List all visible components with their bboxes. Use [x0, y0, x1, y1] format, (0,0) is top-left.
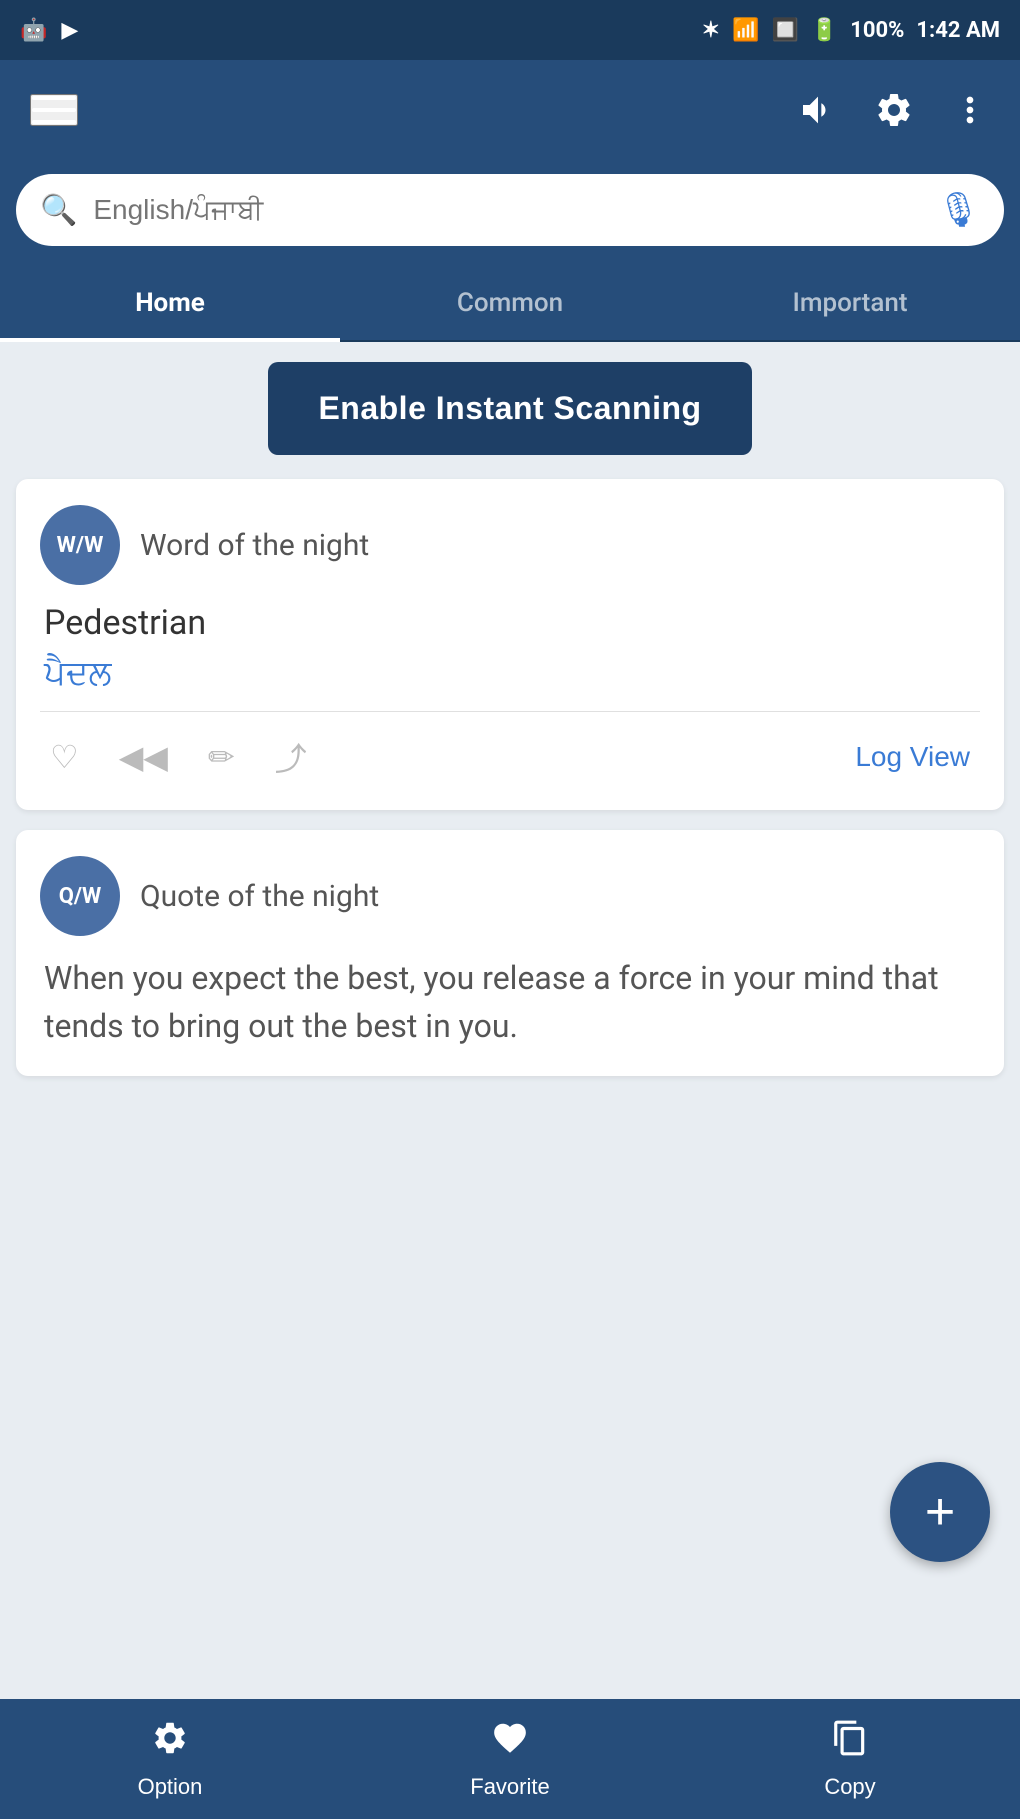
hamburger-line — [32, 108, 76, 112]
tab-home[interactable]: Home — [0, 266, 340, 340]
favorite-icon[interactable]: ♡ — [50, 738, 79, 776]
android-icon: 🤖 — [20, 18, 47, 43]
search-bar-container: 🔍 🎙 — [0, 160, 1020, 266]
nav-favorite[interactable]: Favorite — [340, 1705, 680, 1814]
settings-button[interactable] — [874, 90, 914, 130]
nav-option-label: Option — [138, 1774, 203, 1800]
fab-add-button[interactable]: + — [890, 1462, 990, 1562]
word-card-actions: ♡ ◀◀ ✏ ⤴ Log View — [40, 730, 980, 784]
word-english: Pedestrian — [40, 603, 980, 643]
bluetooth-icon: ✶ — [702, 18, 720, 43]
top-bar — [0, 60, 1020, 160]
nav-favorite-label: Favorite — [470, 1774, 549, 1800]
volume-button[interactable] — [798, 90, 838, 130]
battery-percent: 100% — [850, 18, 904, 43]
battery-icon: 🔋 — [811, 18, 838, 43]
word-of-night-card: W/W Word of the night Pedestrian ਪੈਦਲ ♡ … — [16, 479, 1004, 810]
word-avatar: W/W — [40, 505, 120, 585]
instant-scan-button[interactable]: Enable Instant Scanning — [268, 362, 751, 455]
copy-nav-icon — [831, 1719, 869, 1766]
quote-of-night-card: Q/W Quote of the night When you expect t… — [16, 830, 1004, 1076]
tabs-bar: Home Common Important — [0, 266, 1020, 342]
bottom-navigation: Option Favorite Copy — [0, 1699, 1020, 1819]
quote-avatar: Q/W — [40, 856, 120, 936]
favorite-nav-icon — [491, 1719, 529, 1766]
word-punjabi: ਪੈਦਲ — [40, 653, 980, 693]
quote-card-title: Quote of the night — [140, 879, 379, 914]
nav-copy-label: Copy — [824, 1774, 875, 1800]
word-card-title: Word of the night — [140, 528, 369, 563]
share-icon[interactable]: ⤴ — [275, 734, 307, 780]
edit-icon[interactable]: ✏ — [208, 738, 235, 776]
volume-word-icon[interactable]: ◀◀ — [119, 738, 168, 776]
question-badge: 🔲 — [771, 18, 798, 43]
youtube-icon: ▶ — [61, 18, 78, 43]
hamburger-line — [32, 120, 76, 124]
mic-icon[interactable]: 🎙 — [937, 190, 980, 230]
status-right-info: ✶ 📶 🔲 🔋 100% 1:42 AM — [702, 18, 1000, 43]
word-card-header: W/W Word of the night — [40, 505, 980, 585]
hamburger-line — [32, 96, 76, 100]
quote-card-header: Q/W Quote of the night — [40, 856, 980, 936]
card-divider — [40, 711, 980, 712]
signal-icon: 📶 — [732, 18, 759, 43]
search-input[interactable] — [93, 194, 920, 226]
menu-button[interactable] — [30, 94, 78, 126]
status-left-icons: 🤖 ▶ — [20, 18, 78, 43]
quote-text: When you expect the best, you release a … — [40, 954, 980, 1050]
more-options-button[interactable] — [950, 90, 990, 130]
tab-important[interactable]: Important — [680, 266, 1020, 340]
main-content: Enable Instant Scanning W/W Word of the … — [0, 342, 1020, 1742]
status-bar: 🤖 ▶ ✶ 📶 🔲 🔋 100% 1:42 AM — [0, 0, 1020, 60]
top-bar-action-icons — [798, 90, 990, 130]
search-icon: 🔍 — [40, 193, 77, 228]
nav-copy[interactable]: Copy — [680, 1705, 1020, 1814]
search-bar: 🔍 🎙 — [16, 174, 1004, 246]
log-view-button[interactable]: Log View — [855, 741, 970, 773]
tab-common[interactable]: Common — [340, 266, 680, 340]
clock: 1:42 AM — [916, 18, 1000, 43]
option-icon — [151, 1719, 189, 1766]
nav-option[interactable]: Option — [0, 1705, 340, 1814]
